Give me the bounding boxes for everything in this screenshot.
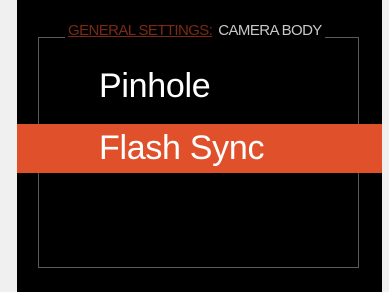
menu-item-flash-sync[interactable]: Flash Sync bbox=[17, 124, 382, 173]
settings-category-label: GENERAL SETTINGS: bbox=[68, 22, 213, 39]
menu-item-pinhole[interactable]: Pinhole bbox=[17, 62, 382, 110]
menu-header: GENERAL SETTINGS: CAMERA BODY bbox=[65, 20, 325, 42]
camera-menu-screen: GENERAL SETTINGS: CAMERA BODY Pinhole Fla… bbox=[17, 0, 382, 292]
settings-section-label: CAMERA BODY bbox=[218, 22, 322, 39]
menu-item-label: Flash Sync bbox=[99, 129, 265, 167]
menu-item-label: Pinhole bbox=[99, 67, 211, 105]
